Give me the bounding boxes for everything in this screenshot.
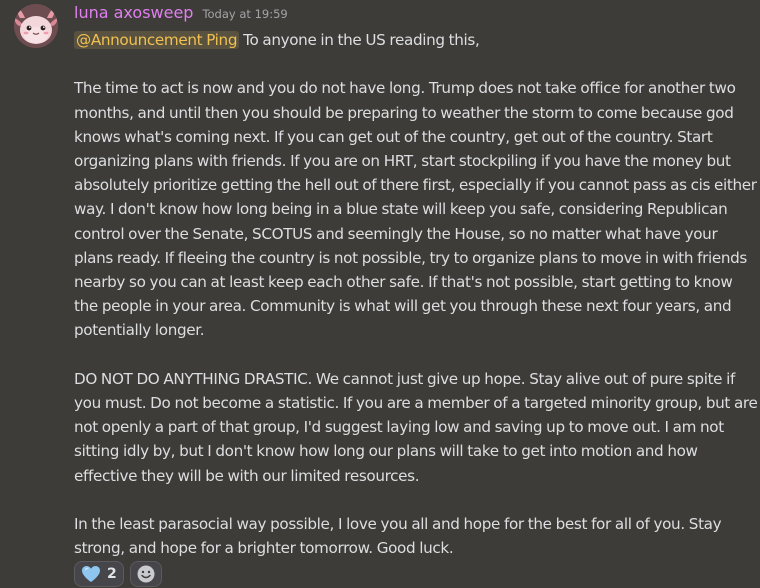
chat-message: luna axosweep Today at 19:59 @Announceme… (0, 0, 760, 588)
add-reaction-button[interactable] (129, 561, 162, 587)
axolotl-avatar-icon (14, 4, 58, 48)
reaction-blue-heart[interactable]: 2 (74, 561, 124, 587)
smile-icon (137, 565, 155, 583)
message-paragraph: The time to act is now and you do not ha… (74, 79, 757, 340)
timestamp[interactable]: Today at 19:59 (202, 7, 287, 21)
username[interactable]: luna axosweep (74, 3, 193, 22)
role-mention[interactable]: @Announcement Ping (74, 31, 240, 49)
message-header: luna axosweep Today at 19:59 (74, 3, 288, 27)
reaction-count: 2 (107, 566, 117, 582)
message-first-line: @Announcement Ping To anyone in the US r… (74, 28, 758, 52)
greeting-text: To anyone in the US reading this, (239, 31, 480, 49)
blue-heart-icon (82, 566, 100, 582)
message-paragraph: In the least parasocial way possible, I … (74, 515, 722, 558)
message-paragraph: DO NOT DO ANYTHING DRASTIC. We cannot ju… (74, 369, 758, 485)
message-content: @Announcement Ping To anyone in the US r… (74, 28, 758, 560)
reactions-bar: 2 (74, 561, 162, 587)
avatar[interactable] (14, 4, 58, 48)
